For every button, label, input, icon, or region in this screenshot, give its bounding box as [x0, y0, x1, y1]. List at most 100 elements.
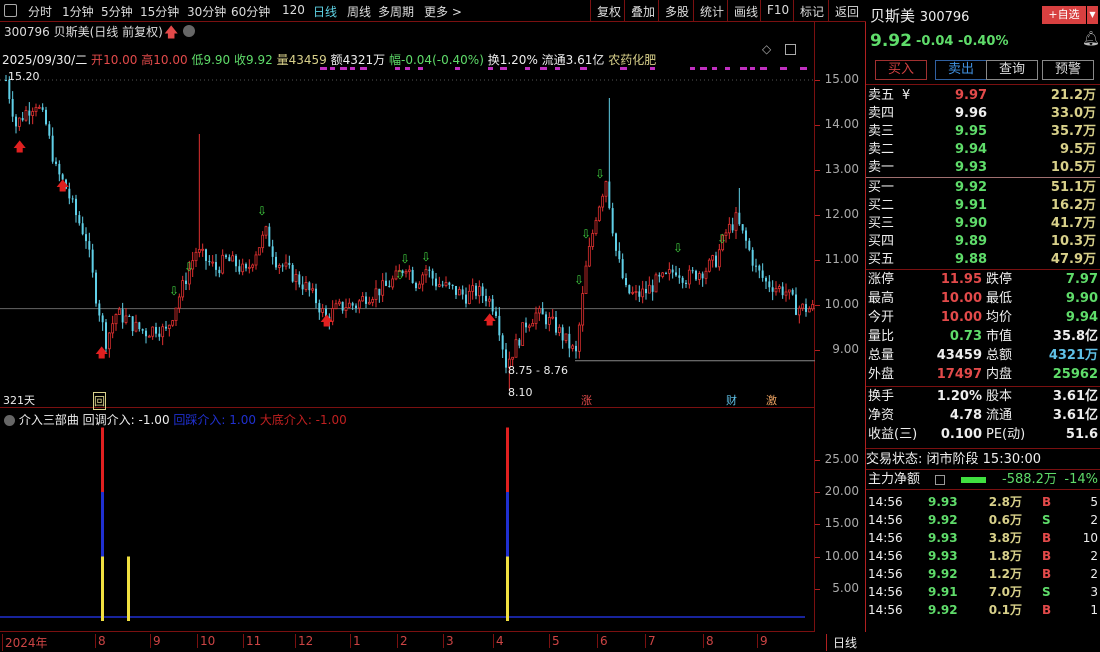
candle-body	[545, 314, 547, 325]
signal-dash	[750, 67, 755, 70]
candle-body	[415, 282, 417, 289]
candle-body	[457, 289, 461, 296]
bid-row: 买三 9.90 41.7万	[868, 216, 1096, 231]
candle-body	[444, 282, 448, 286]
toolbar-action[interactable]: 多股	[658, 0, 695, 22]
candle-body	[448, 282, 451, 285]
signal-dash	[320, 67, 327, 70]
candle-body	[547, 317, 551, 325]
date-tick: 9	[150, 634, 161, 648]
toolbar-action[interactable]: F10	[760, 0, 795, 22]
buy-arrow-icon: 🡅	[56, 179, 69, 194]
period-tab[interactable]: 15分钟	[140, 3, 179, 20]
candle-body	[385, 280, 387, 286]
candle-body	[45, 109, 47, 125]
date-tick: 9	[757, 634, 768, 648]
indicator-tick: 20.00	[824, 484, 859, 498]
date-mode[interactable]: 日线	[826, 634, 857, 651]
candle-body	[318, 303, 321, 313]
stat-row: 换手 1.20% 股本 3.61亿	[868, 389, 1098, 404]
ask-row: 卖五 ¥9.97 21.2万	[868, 88, 1096, 103]
candle-body	[141, 329, 144, 331]
candle-body	[271, 246, 274, 257]
candle-body	[421, 274, 425, 285]
watchlist-dropdown[interactable]: ▼	[1087, 6, 1098, 24]
candle-body	[784, 291, 788, 296]
toolbar-action[interactable]: 统计	[693, 0, 730, 22]
add-watchlist-button[interactable]: +自选	[1042, 6, 1086, 24]
toolbar-action[interactable]: 画线	[727, 0, 764, 22]
toolbar-action[interactable]: 返回	[828, 0, 865, 22]
price-chart[interactable]: 300796 贝斯美(日线 前复权) 🡅 ◇ 2025/09/30/二 开10.…	[0, 22, 815, 410]
candle-body	[691, 270, 694, 272]
candle-body	[11, 99, 14, 117]
bell-icon[interactable]: 🔔︎	[1082, 31, 1100, 47]
candle-body	[294, 274, 298, 282]
quote-panel: 贝斯美 300796 +自选 ▼ 9.92 -0.04 -0.40% 🔔︎ 买入…	[866, 0, 1100, 652]
toolbar-action[interactable]: 复权	[590, 0, 627, 22]
candle-body	[774, 288, 778, 293]
indicator-bar	[101, 556, 104, 621]
period-tab[interactable]: 多周期	[378, 3, 414, 20]
candle-body	[717, 249, 721, 268]
period-tab[interactable]: 1分钟	[62, 3, 94, 20]
bid-row: 买五 9.88 47.9万	[868, 252, 1096, 267]
candle-body	[594, 220, 598, 234]
query-button[interactable]: 查询	[986, 60, 1038, 80]
indicator-pane[interactable]: 介入三部曲 回调介入: -1.00 回踩介入: 1.00 大底介入: -1.00	[0, 408, 815, 632]
period-tab[interactable]: 周线	[347, 3, 371, 20]
candle-body	[748, 240, 751, 250]
sell-arrow-icon: ⇩	[395, 268, 405, 282]
candle-body	[275, 256, 277, 268]
period-tab[interactable]: 30分钟	[187, 3, 226, 20]
indicator-tick: 15.00	[824, 516, 859, 531]
candle-body	[281, 265, 284, 267]
price-tick: 12.00	[824, 207, 859, 221]
candle-body	[697, 273, 701, 280]
candle-body	[171, 320, 175, 326]
candle-body	[741, 224, 744, 231]
panel-toggle-icon[interactable]	[4, 4, 17, 17]
candle-body	[591, 233, 595, 247]
buy-button[interactable]: 买入	[875, 60, 927, 80]
candle-body	[501, 335, 504, 350]
toolbar-action[interactable]: 叠加	[624, 0, 661, 22]
candle-body	[308, 282, 311, 291]
event-marker-cai[interactable]: 财	[726, 392, 737, 408]
candle-body	[707, 259, 711, 272]
candle-body	[161, 326, 165, 338]
period-tab[interactable]: 60分钟	[231, 3, 270, 20]
candle-body	[731, 224, 734, 231]
candle-body	[208, 260, 211, 263]
event-marker-ji[interactable]: 激	[766, 392, 777, 408]
candle-body	[715, 255, 717, 267]
signal-dash	[488, 67, 493, 70]
period-tab[interactable]: 日线	[313, 3, 337, 20]
sell-button[interactable]: 卖出	[935, 60, 987, 80]
event-marker-zhang[interactable]: 涨	[581, 392, 592, 408]
price-change-pct: -0.40%	[958, 34, 1009, 49]
price-tick: 13.00	[824, 162, 859, 176]
stock-name: 贝斯美 300796	[870, 7, 970, 25]
signal-dash	[360, 67, 367, 70]
indicator-bar	[506, 492, 509, 557]
period-tab[interactable]: 更多 >	[424, 3, 462, 20]
date-tick: 8	[703, 634, 714, 648]
signal-dash	[800, 67, 807, 70]
candle-body	[251, 264, 255, 268]
toolbar-action[interactable]: 标记	[793, 0, 830, 22]
candle-body	[351, 303, 354, 306]
candle-body	[131, 316, 134, 332]
candle-body	[21, 118, 24, 121]
alert-button[interactable]: 预警	[1042, 60, 1094, 80]
list-icon[interactable]	[935, 475, 945, 485]
period-tab[interactable]: 5分钟	[101, 3, 133, 20]
period-tab[interactable]: 分时	[28, 3, 52, 20]
period-tab[interactable]: 120	[282, 3, 305, 17]
candle-body	[51, 135, 54, 162]
candle-body	[608, 181, 611, 209]
date-tick: 4	[493, 634, 504, 648]
indicator-plot	[0, 427, 805, 621]
candle-body	[98, 303, 101, 316]
candle-body	[431, 270, 434, 279]
